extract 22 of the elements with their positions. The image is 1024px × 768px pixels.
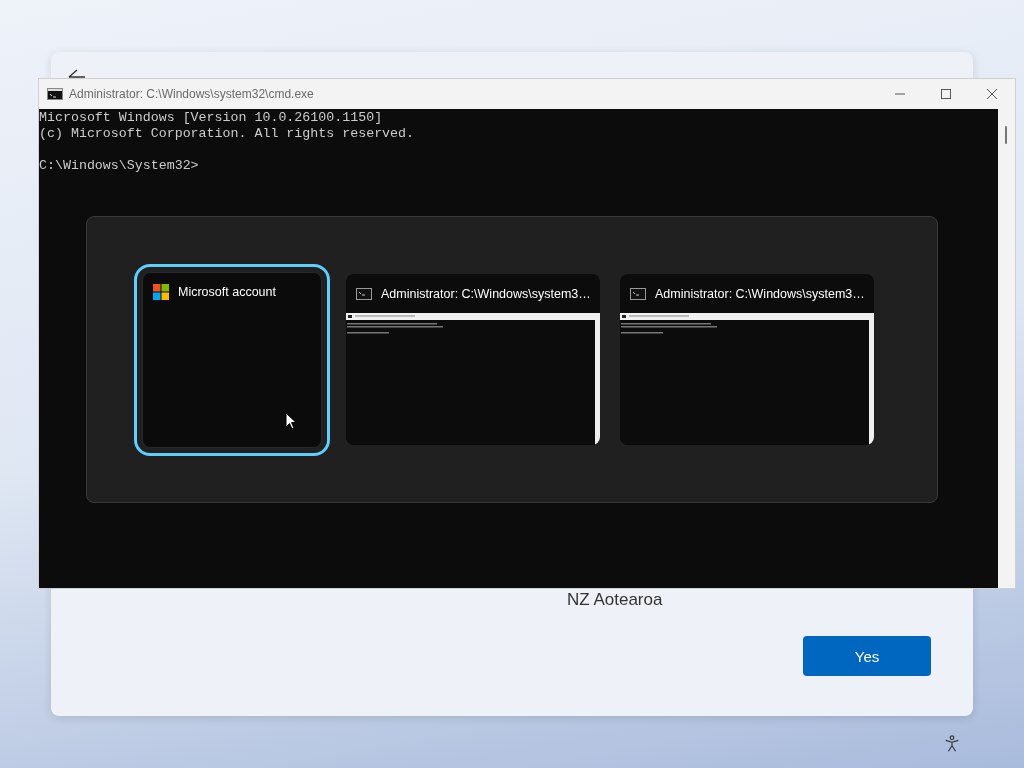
command-prompt[interactable]: C:\Windows\System32> — [39, 158, 998, 174]
console-icon — [630, 287, 646, 300]
back-arrow-icon[interactable] — [67, 68, 87, 78]
yes-button[interactable]: Yes — [803, 636, 931, 676]
maximize-icon[interactable] — [940, 88, 952, 100]
console-icon — [47, 88, 63, 100]
task-thumbnail[interactable]: Administrator: C:\Windows\system3… — [346, 274, 600, 445]
close-icon[interactable] — [986, 88, 998, 100]
region-name: NZ Aotearoa — [567, 590, 663, 610]
four-squares-logo-icon — [153, 284, 169, 300]
console-text-line: Microsoft Windows [Version 10.0.26100.1150] — [39, 110, 384, 126]
console-icon — [356, 287, 372, 300]
scrollbar-thumb[interactable] — [1005, 126, 1007, 144]
thumbnail-title: Administrator: C:\Windows\system3… — [381, 286, 591, 301]
mouse-cursor-icon — [285, 412, 297, 430]
accessibility-icon[interactable] — [943, 735, 961, 753]
console-text-line: (c) Microsoft Corporation. All rights reserved. — [39, 126, 416, 142]
task-thumbnail[interactable]: Microsoft account — [134, 263, 330, 456]
task-thumbnail[interactable]: Administrator: C:\Windows\system3… — [620, 274, 874, 445]
window-title: Administrator: C:\Windows\system32\cmd.exe — [69, 87, 315, 101]
thumbnail-title: Administrator: C:\Windows\system3… — [655, 286, 865, 301]
thumbnail-title: Microsoft account — [178, 285, 276, 299]
